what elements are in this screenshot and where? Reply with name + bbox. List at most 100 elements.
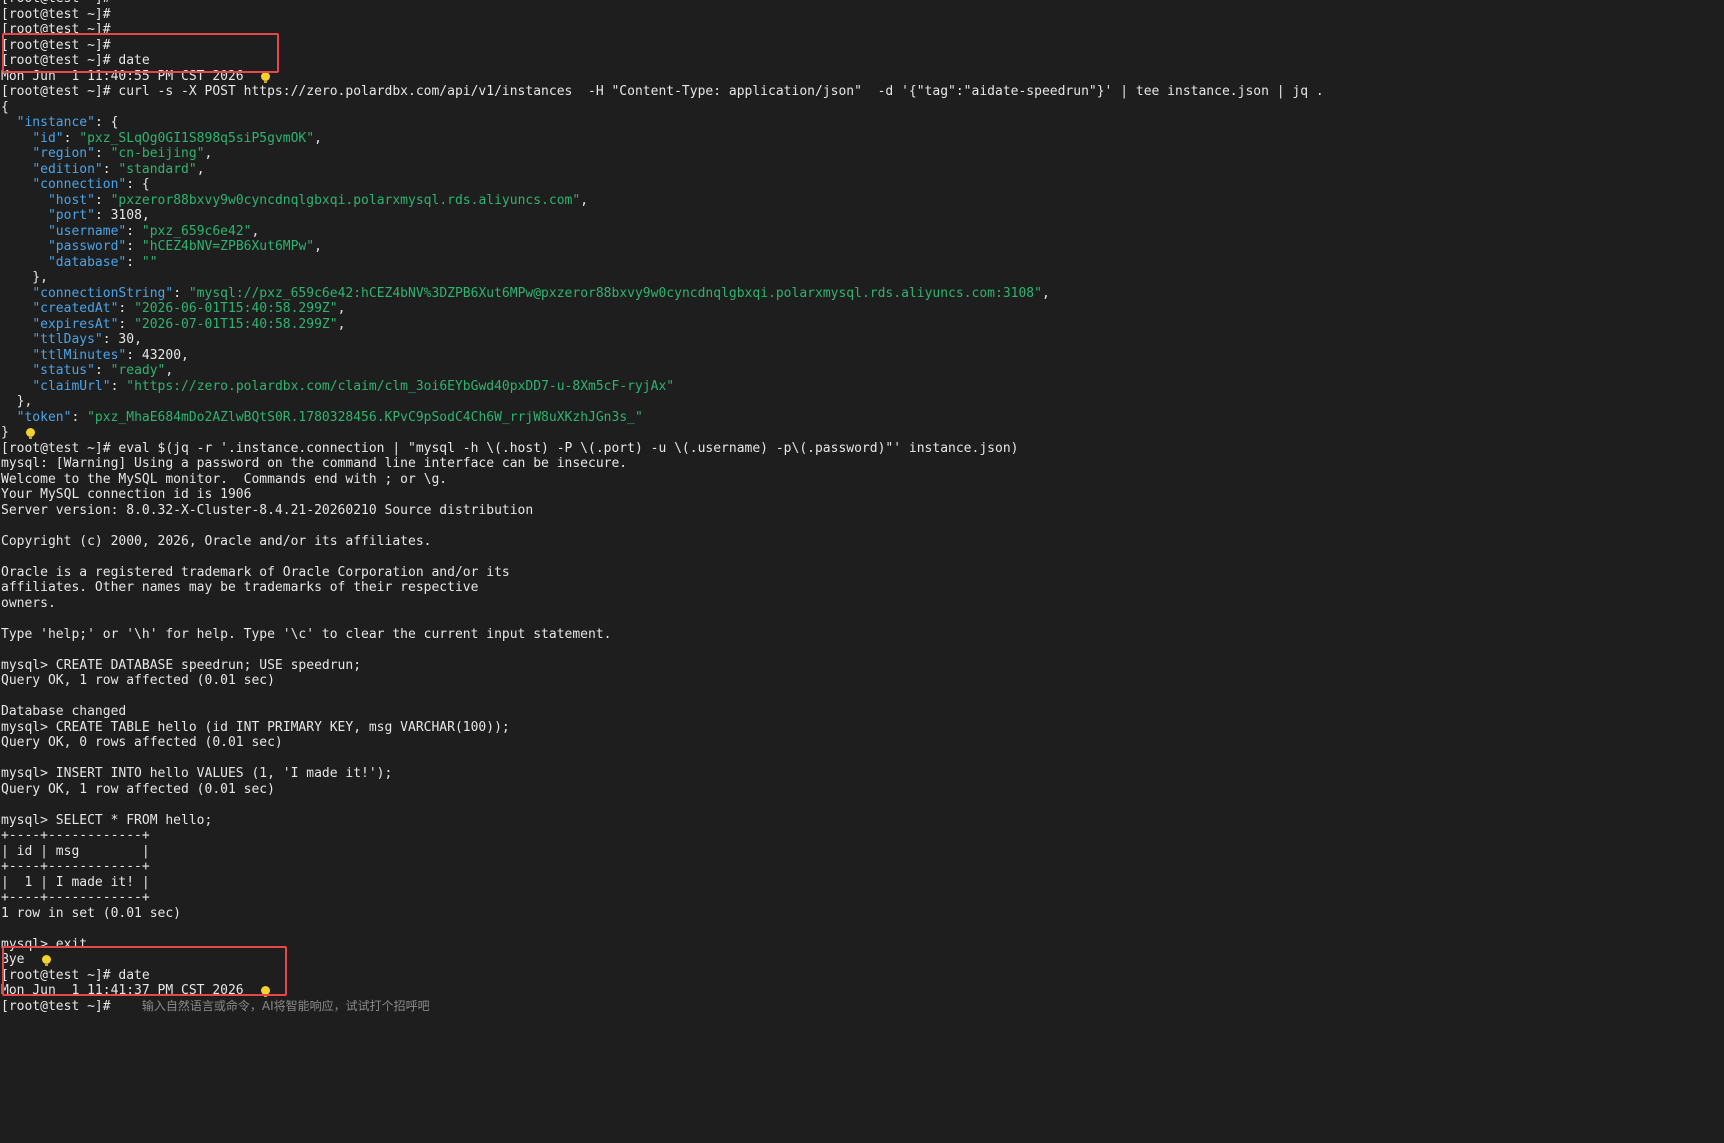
json-key: "claimUrl" [32, 378, 111, 394]
json-separator: : [118, 301, 135, 316]
line-text: +----+------------+ [1, 859, 150, 874]
json-separator: : [94, 146, 111, 161]
terminal-line: +----+------------+ [0, 859, 1724, 875]
json-value: : 3108, [94, 208, 150, 223]
terminal-line: [root@test ~]# curl -s -X POST https://z… [0, 84, 1724, 100]
terminal-line: "region": "cn-beijing", [0, 146, 1724, 162]
line-text: mysql> CREATE TABLE hello (id INT PRIMAR… [1, 719, 510, 735]
json-separator: : [94, 363, 111, 378]
json-separator: : [102, 161, 119, 177]
json-value: , [314, 130, 322, 146]
line-text: +----+------------+ [1, 890, 150, 905]
terminal-line: "port": 3108, [0, 208, 1724, 224]
line-text: 1 row in set (0.01 sec) [1, 905, 182, 921]
json-string-value: "hCEZ4bNV=ZPB6Xut6MPw" [141, 239, 315, 254]
terminal-line: } [0, 425, 1724, 441]
json-value: : { [126, 177, 150, 192]
line-text: Server version: 8.0.32-X-Cluster-8.4.21-… [1, 502, 534, 518]
terminal-line: "connection": { [0, 177, 1724, 193]
json-key: "status" [32, 363, 95, 378]
terminal-line: Your MySQL connection id is 1906 [0, 487, 1724, 503]
json-string-value: "mysql://pxz_659c6e42:hCEZ4bNV%3DZPB6Xut… [188, 285, 1042, 301]
json-key: "username" [47, 223, 127, 239]
terminal-line: "ttlMinutes": 43200, [0, 348, 1724, 364]
terminal-line: { [0, 100, 1724, 116]
terminal-line: Type 'help;' or '\h' for help. Type '\c'… [0, 627, 1724, 643]
line-text: Query OK, 1 row affected (0.01 sec) [1, 781, 275, 797]
line-text: | id | msg | [1, 843, 150, 859]
json-value: : 30, [102, 332, 142, 347]
terminal-line: | 1 | I made it! | [0, 875, 1724, 891]
line-text: mysql> CREATE DATABASE speedrun; USE spe… [1, 657, 362, 673]
terminal-line: "createdAt": "2026-06-01T15:40:58.299Z", [0, 301, 1724, 317]
json-string-value: "https://zero.polardbx.com/claim/clm_3oi… [126, 378, 675, 394]
json-string-value: "2026-06-01T15:40:58.299Z" [134, 301, 338, 316]
json-value: , [580, 192, 589, 208]
json-key: "connectionString" [32, 285, 174, 301]
json-value: , [337, 301, 346, 316]
json-key: "edition" [32, 161, 103, 177]
line-text: mysql> INSERT INTO hello VALUES (1, 'I m… [1, 766, 393, 781]
json-string-value: "pxz_659c6e42" [141, 223, 252, 239]
json-separator: : [110, 378, 127, 394]
terminal-line: "password": "hCEZ4bNV=ZPB6Xut6MPw", [0, 239, 1724, 255]
json-value: , [337, 316, 346, 332]
json-key: "host" [47, 192, 95, 208]
terminal-line: "ttlDays": 30, [0, 332, 1724, 348]
line-text: Welcome to the MySQL monitor. Commands e… [1, 471, 448, 487]
terminal-line: }, [0, 270, 1724, 286]
json-value: , [196, 161, 205, 177]
line-text: Database changed [1, 704, 127, 719]
json-key: "createdAt" [32, 301, 119, 316]
line-text: [root@test ~]# [1, 998, 142, 1014]
terminal-line: mysql> CREATE TABLE hello (id INT PRIMAR… [0, 720, 1724, 736]
json-value: , [204, 146, 213, 161]
json-string-value: "2026-07-01T15:40:58.299Z" [134, 316, 338, 332]
json-string-value: "pxz_SLqOg0GI1S898q5siP5gvmOK" [79, 130, 315, 146]
json-string-value: "pxzeror88bxvy9w0cyncdnqlgbxqi.polarxmys… [110, 192, 581, 208]
json-separator: : [126, 239, 142, 254]
terminal-line: Query OK, 1 row affected (0.01 sec) [0, 782, 1724, 798]
line-text: { [1, 99, 9, 115]
terminal-line: Oracle is a registered trademark of Orac… [0, 565, 1724, 581]
line-text: }, [1, 394, 33, 409]
json-key: "id" [32, 130, 64, 146]
line-text: [root@test ~]# eval $(jq -r '.instance.c… [1, 440, 1019, 456]
json-key: "expiresAt" [32, 316, 119, 332]
line-text: | 1 | I made it! | [1, 874, 150, 890]
json-string-value: "ready" [110, 363, 166, 378]
json-value: , [165, 363, 174, 378]
json-separator: : [126, 223, 142, 239]
json-key: "ttlMinutes" [32, 347, 127, 363]
json-key: "port" [47, 208, 95, 223]
terminal-line: | id | msg | [0, 844, 1724, 860]
lightbulb-icon[interactable] [26, 428, 36, 439]
line-text: Oracle is a registered trademark of Orac… [1, 564, 510, 580]
terminal-line: [root@test ~]# [0, 7, 1724, 23]
json-separator: : [173, 285, 189, 301]
json-separator: : [118, 316, 135, 332]
terminal-line: "id": "pxz_SLqOg0GI1S898q5siP5gvmOK", [0, 131, 1724, 147]
json-value: , [251, 223, 260, 239]
terminal-line: "instance": { [0, 115, 1724, 131]
json-key: "region" [32, 146, 95, 161]
terminal-line: mysql> SELECT * FROM hello; [0, 813, 1724, 829]
highlight-box-second-date [2, 946, 287, 996]
json-key: "token" [16, 409, 72, 425]
json-value: : { [94, 115, 119, 130]
terminal-line: "token": "pxz_MhaE684mDo2AZlwBQtS0R.1780… [0, 410, 1724, 426]
